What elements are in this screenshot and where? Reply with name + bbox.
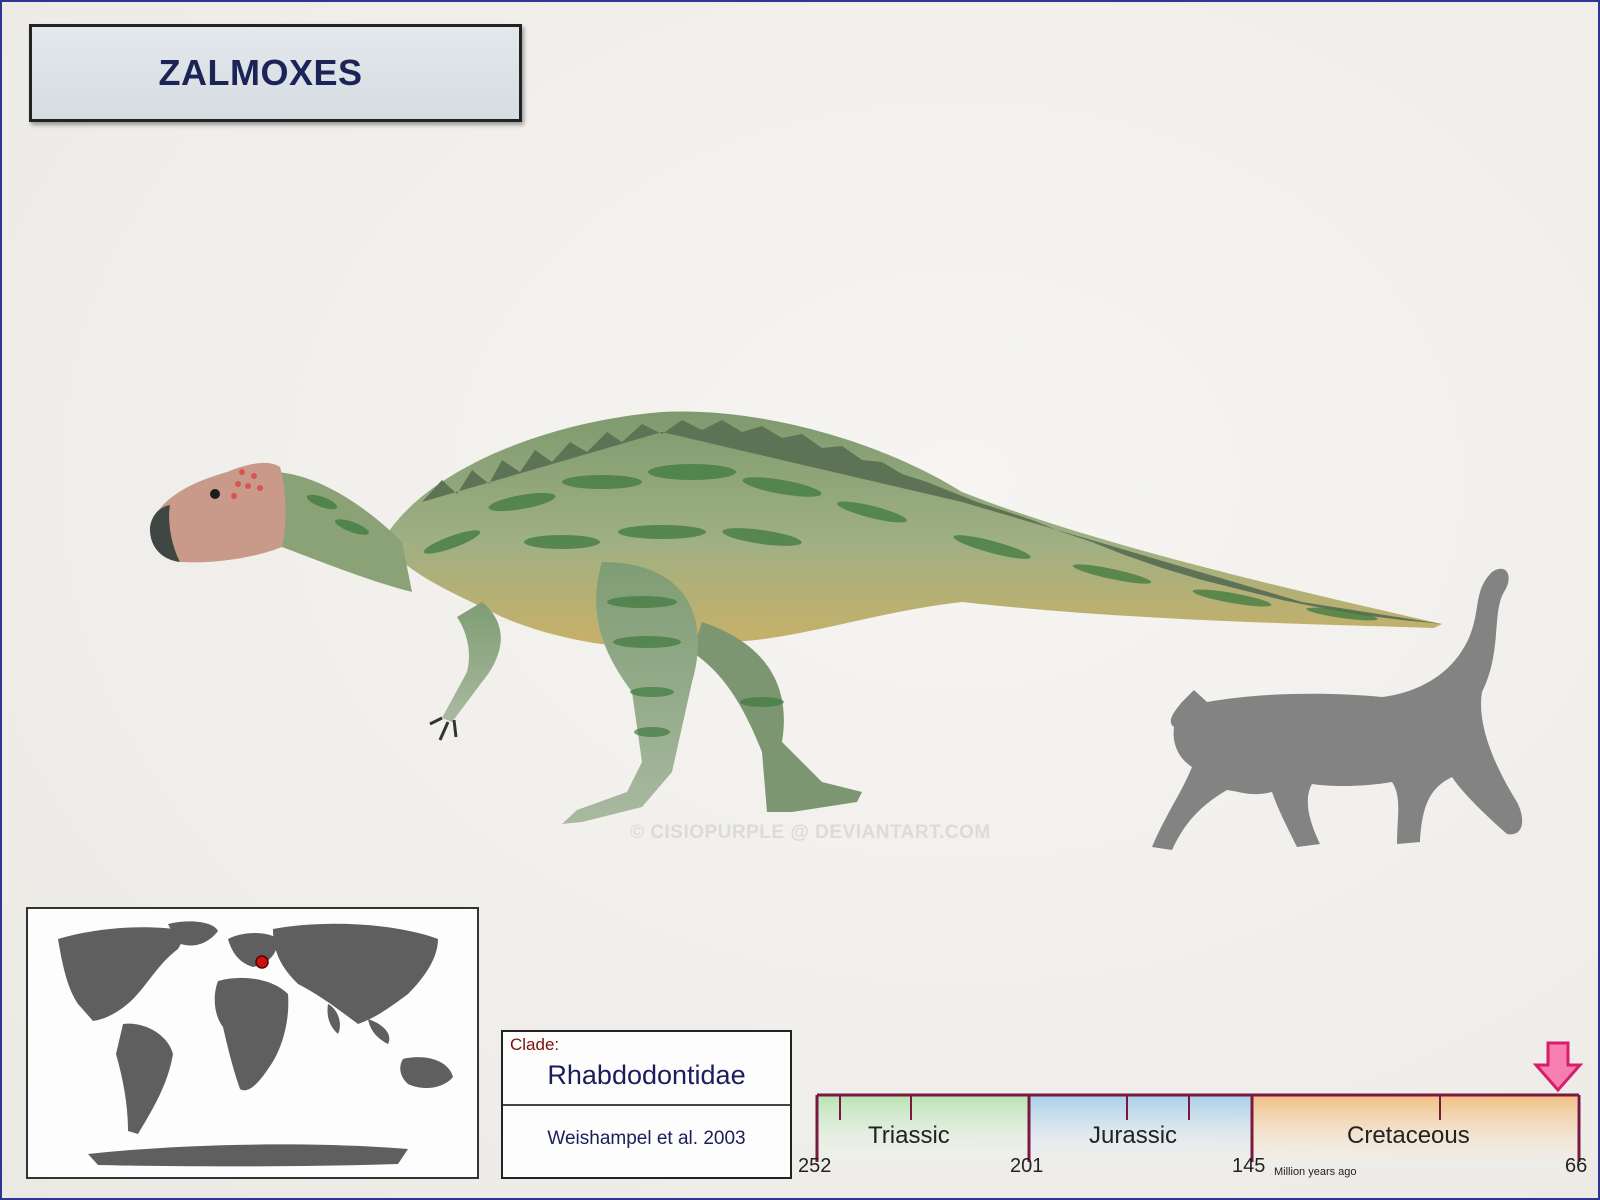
- period-label-triassic: Triassic: [868, 1122, 950, 1149]
- down-arrow-icon: [1532, 1041, 1584, 1093]
- geologic-timeline: [815, 1041, 1584, 1162]
- tick-label-145: 145: [1232, 1155, 1266, 1177]
- period-label-jurassic: Jurassic: [1089, 1122, 1178, 1149]
- tick-label-66: 66: [1565, 1155, 1588, 1177]
- timeline-unit-label: Million years ago: [1274, 1166, 1357, 1178]
- period-label-cretaceous: Cretaceous: [1347, 1122, 1470, 1149]
- tick-label-201: 201: [1010, 1155, 1044, 1177]
- tick-label-252: 252: [798, 1155, 832, 1177]
- poster-frame: ZALMOXES © CISIOPURPLE @ DEVIANTART.COM …: [0, 0, 1600, 1200]
